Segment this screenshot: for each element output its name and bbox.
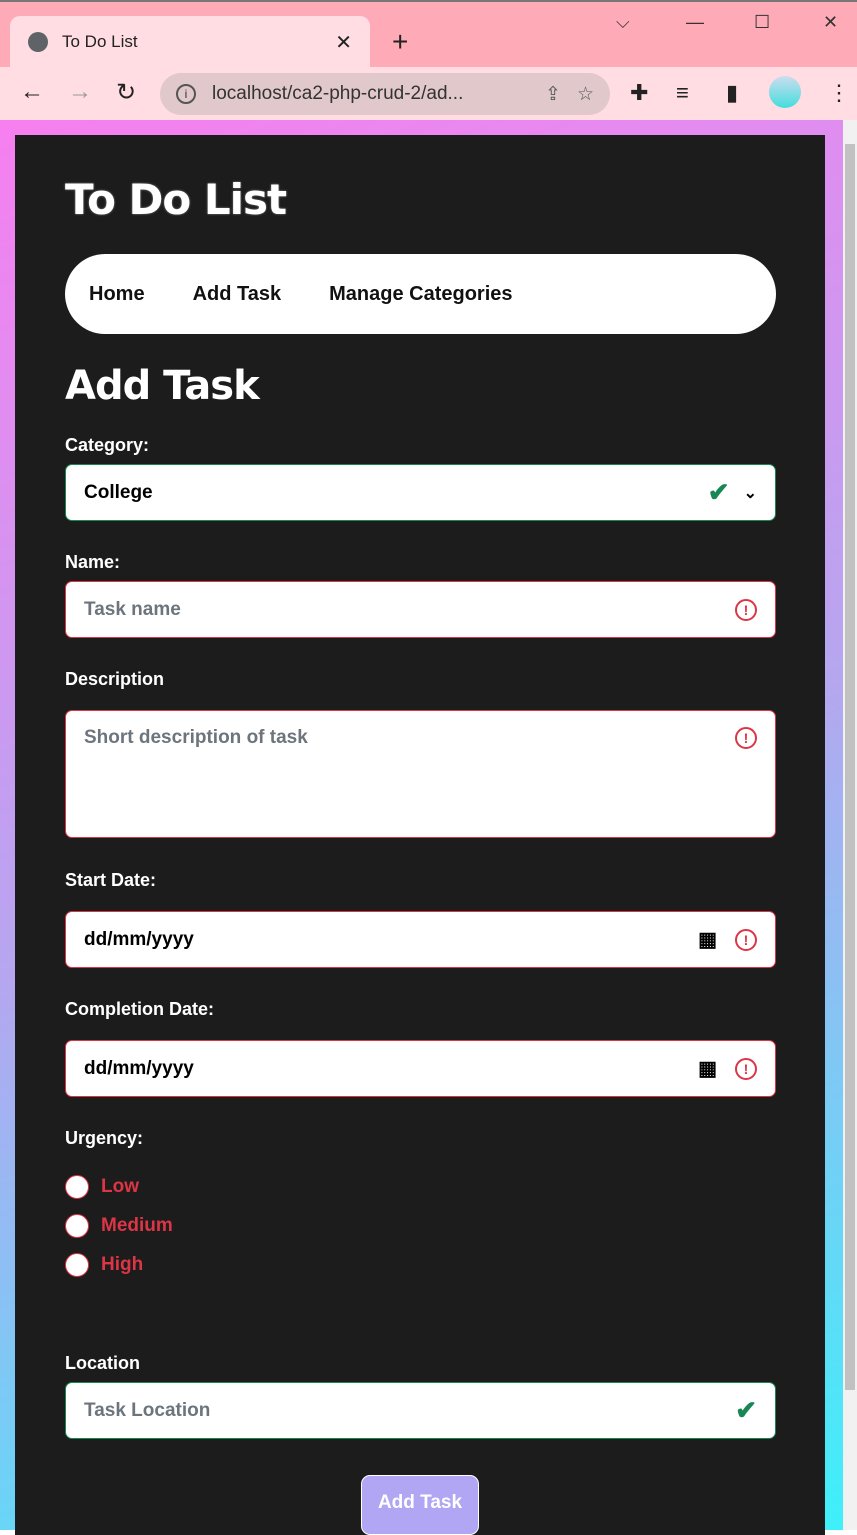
url-text: localhost/ca2-php-crud-2/ad... <box>212 83 464 104</box>
error-icon: ! <box>735 727 757 749</box>
tab-strip: To Do List ✕ + ⌵ — ☐ ✕ <box>0 2 857 68</box>
nav-add-task[interactable]: Add Task <box>193 283 282 306</box>
check-icon: ✔ <box>735 1395 757 1425</box>
description-textarea[interactable]: Short description of task ! <box>65 710 776 838</box>
urgency-low-radio[interactable]: Low <box>65 1175 139 1199</box>
avatar[interactable] <box>769 76 801 108</box>
close-tab-icon[interactable]: ✕ <box>335 30 352 55</box>
error-icon: ! <box>735 928 757 951</box>
info-icon[interactable]: i <box>176 84 196 104</box>
tab-search-icon[interactable]: ⌵ <box>616 12 630 33</box>
minimize-button[interactable]: — <box>686 12 704 33</box>
scrollbar-thumb[interactable] <box>845 144 855 1390</box>
category-value: College <box>84 481 153 503</box>
location-label: Location <box>65 1353 140 1373</box>
start-date-label: Start Date: <box>65 870 157 890</box>
main-panel: To Do List Home Add Task Manage Categori… <box>15 135 825 1535</box>
description-placeholder: Short description of task <box>84 727 308 748</box>
radio-label: Medium <box>101 1215 173 1236</box>
completion-date-label: Completion Date: <box>65 999 215 1019</box>
urgency-high-radio[interactable]: High <box>65 1253 143 1277</box>
page-viewport: To Do List Home Add Task Manage Categori… <box>0 120 843 1535</box>
media-icon[interactable]: ≡ <box>676 80 689 106</box>
site-title: To Do List <box>65 175 287 224</box>
completion-date-placeholder: dd/mm/yyyy <box>84 1057 194 1079</box>
description-label: Description <box>65 669 165 689</box>
menu-icon[interactable]: ⋮ <box>828 80 850 106</box>
error-icon: ! <box>735 1057 757 1080</box>
browser-chrome: To Do List ✕ + ⌵ — ☐ ✕ ← → ↻ i localhost… <box>0 0 857 120</box>
check-icon: ✔ <box>707 477 730 507</box>
start-date-input[interactable]: dd/mm/yyyy ▦ ! <box>65 911 776 968</box>
maximize-button[interactable]: ☐ <box>754 12 770 33</box>
start-date-placeholder: dd/mm/yyyy <box>84 928 194 950</box>
scrollbar[interactable] <box>843 120 857 1530</box>
category-label: Category: <box>65 435 150 455</box>
navbar: Home Add Task Manage Categories <box>65 254 776 334</box>
chevron-down-icon: ⌄ <box>743 484 757 502</box>
globe-icon <box>28 32 48 52</box>
location-input[interactable]: Task Location ✔ <box>65 1382 776 1439</box>
radio-label: High <box>101 1254 144 1275</box>
name-label: Name: <box>65 552 121 572</box>
forward-button[interactable]: → <box>68 78 92 106</box>
close-window-button[interactable]: ✕ <box>823 12 838 33</box>
name-input[interactable]: Task name ! <box>65 581 776 638</box>
sidepanel-icon[interactable]: ▮ <box>726 80 738 106</box>
name-placeholder: Task name <box>84 598 181 620</box>
nav-manage-categories[interactable]: Manage Categories <box>329 283 512 306</box>
urgency-medium-radio[interactable]: Medium <box>65 1214 173 1238</box>
completion-date-input[interactable]: dd/mm/yyyy ▦ ! <box>65 1040 776 1097</box>
reload-button[interactable]: ↻ <box>116 78 136 107</box>
category-select[interactable]: College ✔ ⌄ <box>65 464 776 521</box>
tab-title: To Do List <box>62 32 138 51</box>
radio-label: Low <box>101 1176 139 1197</box>
location-placeholder: Task Location <box>84 1399 211 1421</box>
add-task-button[interactable]: Add Task <box>361 1475 479 1535</box>
browser-tab[interactable]: To Do List ✕ <box>10 16 370 68</box>
address-bar[interactable]: i localhost/ca2-php-crud-2/ad... ⇪ ☆ <box>160 73 610 115</box>
new-tab-button[interactable]: + <box>392 26 408 58</box>
page-title: Add Task <box>65 363 260 409</box>
nav-home[interactable]: Home <box>89 283 145 306</box>
calendar-icon[interactable]: ▦ <box>698 1056 717 1081</box>
star-icon[interactable]: ☆ <box>577 83 594 106</box>
urgency-label: Urgency: <box>65 1128 144 1148</box>
back-button[interactable]: ← <box>20 78 44 106</box>
error-icon: ! <box>735 598 757 621</box>
extensions-icon[interactable]: ✚ <box>630 80 648 106</box>
calendar-icon[interactable]: ▦ <box>698 927 717 952</box>
share-icon[interactable]: ⇪ <box>545 83 561 106</box>
